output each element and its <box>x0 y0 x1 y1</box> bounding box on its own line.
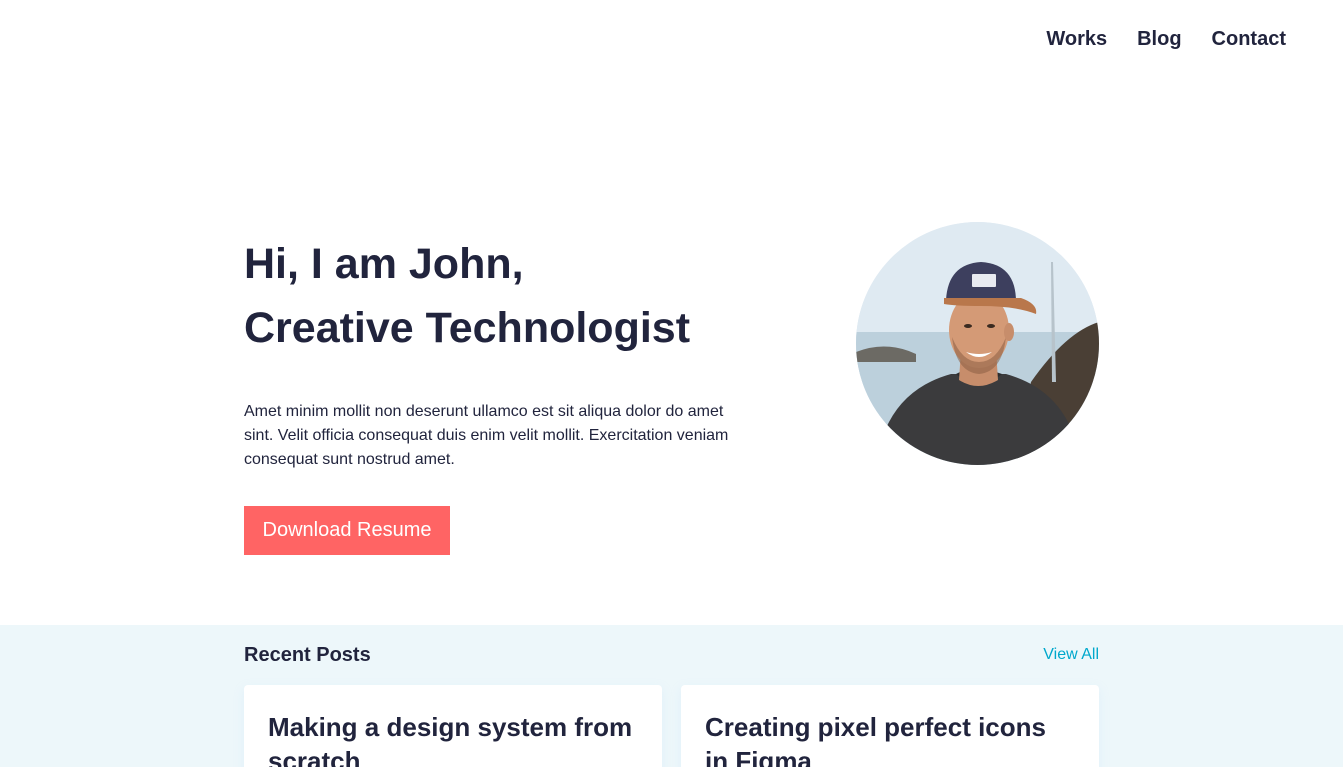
post-title: Making a design system from scratch <box>268 712 633 767</box>
post-card[interactable]: Making a design system from scratch <box>244 685 662 767</box>
avatar <box>856 222 1099 465</box>
nav-item-works[interactable]: Works <box>1046 28 1107 51</box>
post-card[interactable]: Creating pixel perfect icons in Figma <box>681 685 1099 767</box>
download-resume-button[interactable]: Download Resume <box>244 506 450 555</box>
post-title: Creating pixel perfect icons in Figma <box>705 712 1046 767</box>
hero-description: Amet minim mollit non deserunt ullamco e… <box>244 403 729 468</box>
nav-item-contact[interactable]: Contact <box>1212 28 1286 51</box>
page: Works Blog Contact Hi, I am John, Creati… <box>0 0 1343 767</box>
recent-posts-section: Recent Posts View All Making a design sy… <box>0 625 1343 767</box>
top-nav: Works Blog Contact <box>1046 28 1286 51</box>
hero-title-line1: Hi, I am John, <box>244 240 524 288</box>
view-all-link[interactable]: View All <box>1043 646 1099 664</box>
hero-title-line2: Creative Technologist <box>244 304 691 352</box>
hero-title: Hi, I am John, Creative Technologist <box>244 232 690 360</box>
recent-posts-heading: Recent Posts <box>244 644 371 666</box>
nav-item-blog[interactable]: Blog <box>1137 28 1181 51</box>
profile-photo <box>856 222 1099 465</box>
